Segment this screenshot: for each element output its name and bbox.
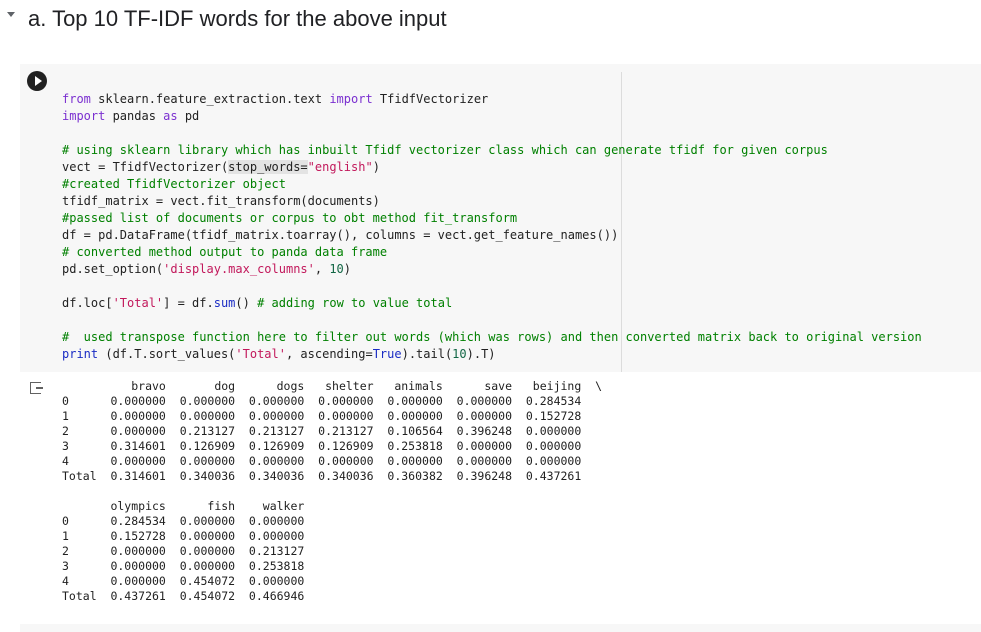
code-line[interactable]: # used transpose function here to filter…: [62, 329, 922, 346]
code-token: (df.T.sort_values(: [98, 347, 236, 361]
code-token: ] = df.: [163, 296, 214, 310]
code-line[interactable]: import pandas as pd: [62, 108, 922, 125]
play-icon[interactable]: [27, 71, 47, 91]
code-token: ): [343, 262, 352, 276]
code-token: #created TfidfVectorizer object: [62, 177, 286, 191]
code-line[interactable]: # using sklearn library which has inbuil…: [62, 142, 922, 159]
code-line[interactable]: df.loc['Total'] = df.sum() # adding row …: [62, 295, 922, 312]
code-token: TfidfVectorizer: [372, 92, 489, 106]
section-header: a. Top 10 TF-IDF words for the above inp…: [0, 0, 981, 40]
code-line[interactable]: [62, 125, 922, 142]
code-token: , ascending=: [285, 347, 373, 361]
next-code-cell[interactable]: [20, 624, 981, 632]
code-line[interactable]: tfidf_matrix = vect.fit_transform(docume…: [62, 193, 922, 210]
code-line[interactable]: [62, 278, 922, 295]
code-line[interactable]: pd.set_option('display.max_columns', 10): [62, 261, 922, 278]
code-token: 10: [329, 262, 344, 276]
output-line: 0 0.284534 0.000000 0.000000: [62, 514, 319, 528]
output-line: 2 0.000000 0.213127 0.213127 0.213127 0.…: [62, 424, 582, 438]
code-line[interactable]: # converted method output to panda data …: [62, 244, 922, 261]
code-token: df = pd.DataFrame(tfidf_matrix.toarray()…: [62, 228, 619, 242]
code-token: from: [62, 92, 91, 106]
code-token: as: [163, 109, 178, 123]
code-token: "english": [307, 160, 373, 174]
output-line: 0 0.000000 0.000000 0.000000 0.000000 0.…: [62, 394, 582, 408]
output-line: 4 0.000000 0.000000 0.000000 0.000000 0.…: [62, 454, 582, 468]
code-token: # using sklearn library which has inbuil…: [62, 143, 828, 157]
code-token: pd: [177, 109, 200, 123]
code-token: 'Total': [112, 296, 164, 310]
output-redirect-icon[interactable]: [30, 382, 43, 394]
code-token: True: [372, 347, 402, 361]
code-token: sum: [213, 296, 236, 310]
code-token: # adding row to value total: [257, 296, 453, 310]
code-line[interactable]: [62, 312, 922, 329]
code-token: 'display.max_columns': [163, 262, 315, 276]
code-token: # used transpose function here to filter…: [62, 330, 922, 344]
code-token: ,: [314, 262, 330, 276]
code-line[interactable]: print (df.T.sort_values('Total', ascendi…: [62, 346, 922, 363]
code-token: print: [62, 347, 99, 361]
code-token: ).tail(: [401, 347, 453, 361]
caret-down-icon[interactable]: [7, 12, 15, 17]
output-line: 3 0.000000 0.000000 0.253818: [62, 559, 319, 573]
output-line: Total 0.437261 0.454072 0.466946: [62, 589, 319, 603]
code-line[interactable]: #passed list of documents or corpus to o…: [62, 210, 922, 227]
code-token: ): [372, 160, 380, 174]
code-token: # converted method output to panda data …: [62, 245, 388, 259]
code-line[interactable]: df = pd.DataFrame(tfidf_matrix.toarray()…: [62, 227, 922, 244]
code-token: tfidf_matrix = vect.fit_transform(docume…: [62, 194, 380, 208]
code-token: pandas: [105, 109, 164, 123]
code-token: vect = TfidfVectorizer(: [62, 160, 229, 174]
output-line: Total 0.314601 0.340036 0.340036 0.34003…: [62, 469, 582, 483]
output-line: bravo dog dogs shelter animals save beij…: [62, 379, 603, 393]
code-editor[interactable]: from sklearn.feature_extraction.text imp…: [62, 91, 922, 363]
code-token: #passed list of documents or corpus to o…: [62, 211, 518, 225]
code-token: stop_words=: [228, 160, 308, 174]
output-line: olympics fish walker: [62, 499, 319, 513]
code-token: df.loc[: [62, 296, 113, 310]
code-token: sklearn.feature_extraction.text: [90, 92, 330, 106]
code-token: 'Total': [235, 347, 286, 361]
code-line[interactable]: vect = TfidfVectorizer(stop_words="engli…: [62, 159, 922, 176]
section-title: a. Top 10 TF-IDF words for the above inp…: [28, 6, 447, 31]
output-line: 2 0.000000 0.000000 0.213127: [62, 544, 319, 558]
code-token: (): [235, 296, 258, 310]
code-token: pd.set_option(: [62, 262, 164, 276]
code-token: ).T): [466, 347, 496, 361]
output-line: 3 0.314601 0.126909 0.126909 0.126909 0.…: [62, 439, 582, 453]
code-token: import: [62, 109, 106, 123]
output-line: 1 0.000000 0.000000 0.000000 0.000000 0.…: [62, 409, 582, 423]
code-token: 10: [452, 347, 467, 361]
code-token: import: [329, 92, 373, 106]
output-line: 1 0.152728 0.000000 0.000000: [62, 529, 319, 543]
code-line[interactable]: #created TfidfVectorizer object: [62, 176, 922, 193]
output-line: 4 0.000000 0.454072 0.000000: [62, 574, 319, 588]
cell-output: bravo dog dogs shelter animals save beij…: [62, 379, 602, 604]
code-line[interactable]: from sklearn.feature_extraction.text imp…: [62, 91, 922, 108]
